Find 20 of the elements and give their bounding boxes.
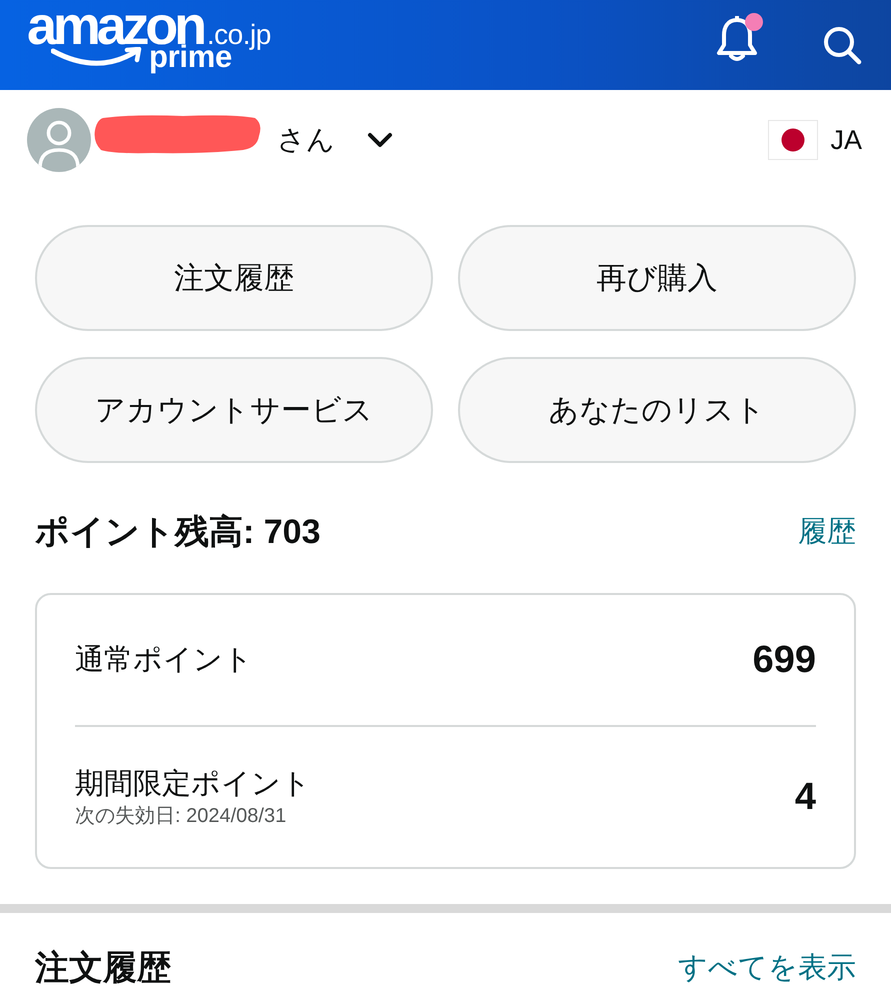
chevron-down-icon bbox=[367, 132, 393, 148]
points-type-label: 期間限定ポイント bbox=[75, 767, 311, 802]
points-type-label: 通常ポイント bbox=[75, 643, 253, 678]
quick-link-button[interactable]: あなたのリスト bbox=[458, 357, 856, 463]
expiry-date-note: 次の失効日: 2024/08/31 bbox=[75, 804, 288, 829]
smile-arrow-icon bbox=[51, 47, 143, 69]
points-value: 4 bbox=[794, 775, 816, 819]
quick-link-button[interactable]: 再び購入 bbox=[458, 225, 856, 331]
bell-icon[interactable] bbox=[716, 16, 758, 62]
flag-icon bbox=[768, 120, 818, 160]
points-balance-title: ポイント残高: 703 bbox=[35, 512, 320, 552]
language-selector[interactable]: JA bbox=[768, 120, 862, 160]
account-menu-button[interactable]: さん bbox=[277, 121, 393, 159]
quick-link-button[interactable]: 注文履歴 bbox=[35, 225, 433, 331]
search-icon[interactable] bbox=[822, 25, 862, 65]
order-history-title: 注文履歴 bbox=[35, 948, 171, 989]
points-history-link[interactable]: 履歴 bbox=[798, 512, 856, 552]
points-value: 699 bbox=[752, 638, 816, 682]
view-all-link[interactable]: すべてを表示 bbox=[678, 948, 856, 988]
quick-link-button[interactable]: アカウントサービス bbox=[35, 357, 433, 463]
